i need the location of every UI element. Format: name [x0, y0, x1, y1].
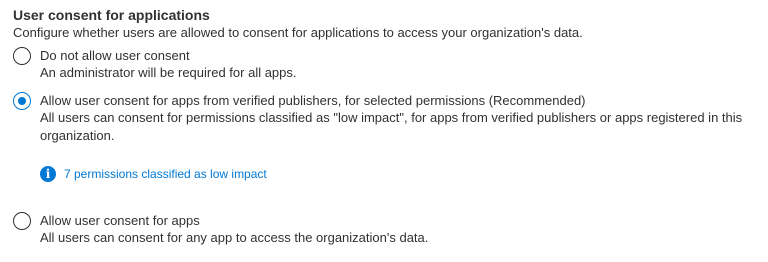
option-text: Allow user consent for apps from verifie… [40, 92, 758, 145]
radio-option-verified-publishers[interactable]: Allow user consent for apps from verifie… [13, 92, 758, 145]
option-description-verified-publishers: All users can consent for permissions cl… [40, 110, 743, 143]
option-label-all-apps: Allow user consent for apps [40, 213, 200, 228]
option-label-no-consent: Do not allow user consent [40, 48, 190, 63]
option-text: Do not allow user consent An administrat… [40, 47, 758, 82]
low-impact-permissions-link[interactable]: 7 permissions classified as low impact [64, 166, 267, 182]
section-description: Configure whether users are allowed to c… [13, 25, 583, 40]
radio-button-verified-publishers[interactable] [13, 92, 31, 110]
radio-button-all-apps[interactable] [13, 212, 31, 230]
radio-option-all-apps[interactable]: Allow user consent for apps All users ca… [13, 212, 758, 247]
option-label-verified-publishers: Allow user consent for apps from verifie… [40, 93, 586, 108]
option-description-no-consent: An administrator will be required for al… [40, 65, 297, 80]
option-description-all-apps: All users can consent for any app to acc… [40, 230, 429, 245]
consent-section: User consent for applications Configure … [13, 6, 758, 41]
low-impact-info: i 7 permissions classified as low impact [40, 166, 267, 182]
option-text: Allow user consent for apps All users ca… [40, 212, 758, 247]
radio-option-no-consent[interactable]: Do not allow user consent An administrat… [13, 47, 758, 82]
section-title: User consent for applications [13, 7, 210, 23]
radio-button-no-consent[interactable] [13, 47, 31, 65]
info-icon: i [40, 166, 56, 182]
